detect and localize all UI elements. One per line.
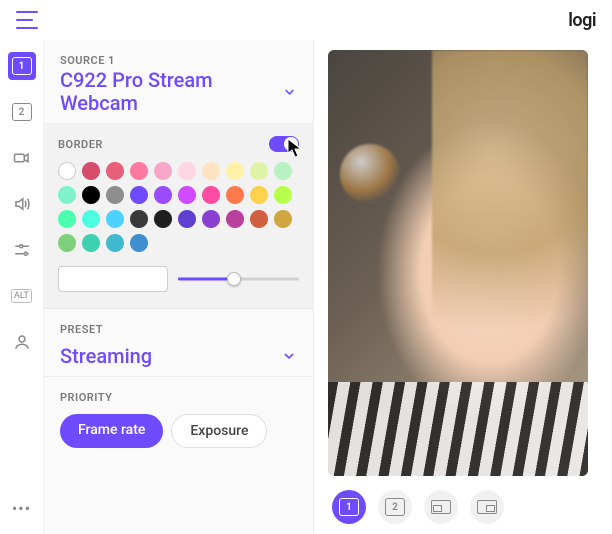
person-icon xyxy=(13,333,31,351)
color-swatch[interactable] xyxy=(130,186,148,204)
source-thumbnails: 12 xyxy=(328,490,588,524)
nav-source-2[interactable]: 2 xyxy=(8,98,36,126)
speaker-icon xyxy=(13,195,31,213)
color-swatch[interactable] xyxy=(130,162,148,180)
color-swatch[interactable] xyxy=(106,162,124,180)
nav-camera[interactable] xyxy=(8,144,36,172)
border-size-input[interactable] xyxy=(58,266,168,292)
sliders-icon xyxy=(13,241,31,259)
menu-button[interactable] xyxy=(16,11,38,29)
nav-more[interactable]: ••• xyxy=(8,494,36,522)
preset-label: PRESET xyxy=(60,323,297,336)
preset-dropdown[interactable]: Streaming xyxy=(60,344,297,368)
color-swatch[interactable] xyxy=(202,162,220,180)
settings-panel: SOURCE 1 C922 Pro Stream Webcam BORDER xyxy=(44,40,314,534)
pip-icon xyxy=(431,500,451,514)
color-swatch[interactable] xyxy=(106,210,124,228)
nav-profile[interactable] xyxy=(8,328,36,356)
color-swatch[interactable] xyxy=(82,186,100,204)
preview-source-pip-right[interactable] xyxy=(470,490,504,524)
preview-area: 12 xyxy=(314,40,612,534)
color-swatch[interactable] xyxy=(250,186,268,204)
preset-value: Streaming xyxy=(60,344,152,368)
color-swatch[interactable] xyxy=(82,210,100,228)
source-name: C922 Pro Stream Webcam xyxy=(60,69,282,115)
color-swatch[interactable] xyxy=(178,162,196,180)
preview-source-1[interactable]: 1 xyxy=(332,490,366,524)
color-swatch[interactable] xyxy=(226,210,244,228)
chevron-down-icon xyxy=(281,348,297,364)
left-nav: 1 2 ALT ••• xyxy=(0,40,44,534)
color-swatch[interactable] xyxy=(226,162,244,180)
color-swatch[interactable] xyxy=(154,162,172,180)
color-swatch[interactable] xyxy=(274,210,292,228)
color-swatch[interactable] xyxy=(202,210,220,228)
border-size-slider[interactable] xyxy=(178,271,299,287)
color-swatch[interactable] xyxy=(154,210,172,228)
color-swatch[interactable] xyxy=(178,210,196,228)
priority-exposure[interactable]: Exposure xyxy=(171,414,267,448)
nav-audio[interactable] xyxy=(8,190,36,218)
color-swatch[interactable] xyxy=(58,186,76,204)
brand-logo: logi xyxy=(568,10,596,31)
nav-source-1[interactable]: 1 xyxy=(8,52,36,80)
webcam-preview xyxy=(328,50,588,476)
color-swatch[interactable] xyxy=(106,186,124,204)
camera-icon xyxy=(13,149,31,167)
priority-framerate[interactable]: Frame rate xyxy=(60,414,163,448)
color-swatch[interactable] xyxy=(130,210,148,228)
color-swatch[interactable] xyxy=(58,234,76,252)
color-swatch[interactable] xyxy=(274,186,292,204)
color-swatch[interactable] xyxy=(58,162,76,180)
source-dropdown[interactable]: C922 Pro Stream Webcam xyxy=(60,69,297,115)
color-swatch[interactable] xyxy=(106,234,124,252)
color-swatch[interactable] xyxy=(178,186,196,204)
color-swatch[interactable] xyxy=(82,162,100,180)
color-swatch[interactable] xyxy=(250,210,268,228)
nav-alt[interactable]: ALT xyxy=(8,282,36,310)
preview-source-2[interactable]: 2 xyxy=(378,490,412,524)
color-swatches xyxy=(58,162,299,252)
color-swatch[interactable] xyxy=(82,234,100,252)
color-swatch[interactable] xyxy=(226,186,244,204)
color-swatch[interactable] xyxy=(154,186,172,204)
pip-icon xyxy=(477,500,497,514)
color-swatch[interactable] xyxy=(202,186,220,204)
color-swatch[interactable] xyxy=(130,234,148,252)
chevron-down-icon xyxy=(282,84,297,100)
color-swatch[interactable] xyxy=(250,162,268,180)
source-label: SOURCE 1 xyxy=(60,54,297,67)
border-toggle[interactable] xyxy=(269,136,299,152)
preview-source-pip-left[interactable] xyxy=(424,490,458,524)
priority-label: PRIORITY xyxy=(60,391,297,404)
color-swatch[interactable] xyxy=(58,210,76,228)
border-label: BORDER xyxy=(58,138,103,151)
color-swatch[interactable] xyxy=(274,162,292,180)
nav-adjust[interactable] xyxy=(8,236,36,264)
